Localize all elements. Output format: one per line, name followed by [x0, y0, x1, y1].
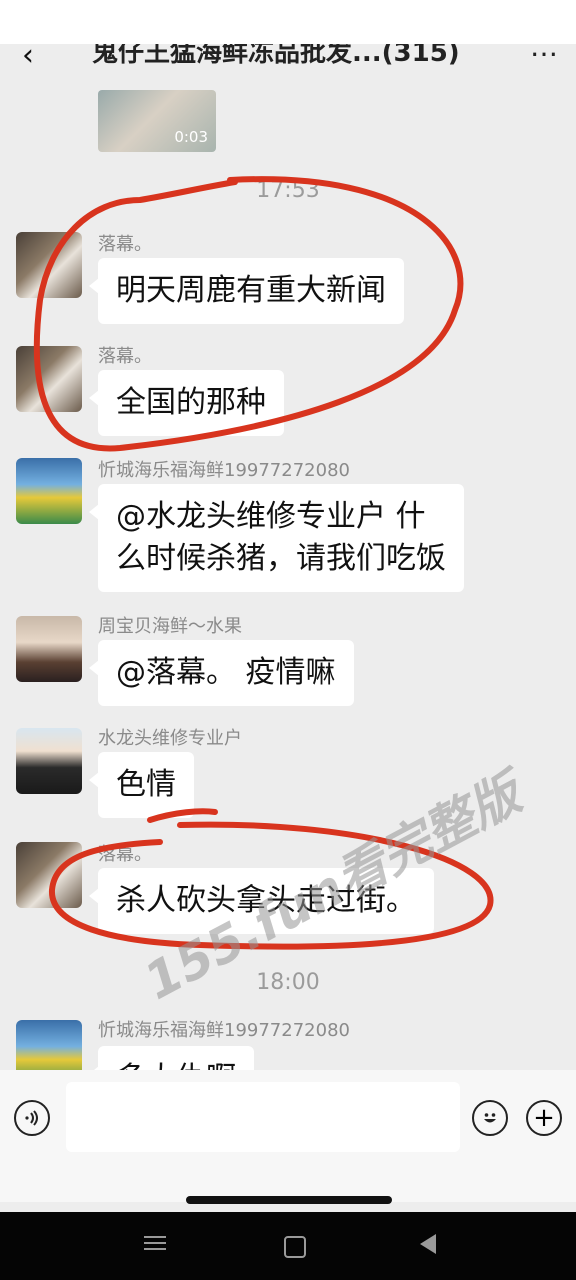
group-title: 鬼仔王猛海鲜冻品批发...(315) [92, 44, 460, 68]
message-bubble[interactable]: 明天周鹿有重大新闻 [89, 258, 404, 324]
sender-name: 水龙头维修专业户 [98, 728, 242, 749]
chat-header: ‹ 鬼仔王猛海鲜冻品批发...(315) … [0, 44, 576, 78]
timestamp: 18:00 [256, 970, 320, 995]
avatar[interactable] [16, 842, 82, 908]
message-line: @水龙头维修专业户 什 [116, 499, 426, 534]
sender-name: 落幕。 [98, 346, 152, 367]
message-bubble[interactable]: 色情 [89, 752, 194, 818]
sender-name: 落幕。 [98, 234, 152, 255]
menu-icon[interactable] [144, 1232, 166, 1254]
sender-name: 忻城海乐福海鲜19977272080 [98, 460, 350, 481]
sender-name: 周宝贝海鲜～水果 [98, 616, 242, 637]
home-icon[interactable] [284, 1236, 306, 1258]
avatar[interactable] [16, 346, 82, 412]
message-bubble[interactable]: @落幕。 疫情嘛 [89, 640, 354, 706]
home-indicator [186, 1196, 392, 1204]
message-input[interactable] [66, 1082, 460, 1152]
avatar[interactable] [16, 1020, 82, 1070]
timestamp: 17:53 [256, 178, 320, 203]
back-arrow-icon[interactable]: ‹ [22, 44, 34, 73]
message-bubble[interactable]: @水龙头维修专业户 什 么时候杀猪，请我们吃饭 [89, 484, 464, 592]
voice-input-icon[interactable] [14, 1100, 50, 1136]
avatar[interactable] [16, 616, 82, 682]
sender-name: 忻城海乐福海鲜19977272080 [98, 1020, 350, 1041]
emoji-icon[interactable] [472, 1100, 508, 1136]
sender-name: 落幕。 [98, 844, 152, 865]
more-icon[interactable]: … [530, 44, 558, 63]
back-icon[interactable] [420, 1234, 436, 1254]
message-bubble[interactable]: 多大仇啊 [89, 1046, 254, 1070]
system-nav-bar [0, 1212, 576, 1280]
video-message[interactable]: 0:03 [98, 90, 216, 152]
avatar[interactable] [16, 728, 82, 794]
message-bubble[interactable]: 全国的那种 [89, 370, 284, 436]
input-bar: + [0, 1070, 576, 1202]
avatar[interactable] [16, 232, 82, 298]
video-duration: 0:03 [174, 128, 208, 146]
plus-icon[interactable]: + [526, 1100, 562, 1136]
avatar[interactable] [16, 458, 82, 524]
message-line: 么时候杀猪，请我们吃饭 [116, 541, 446, 576]
